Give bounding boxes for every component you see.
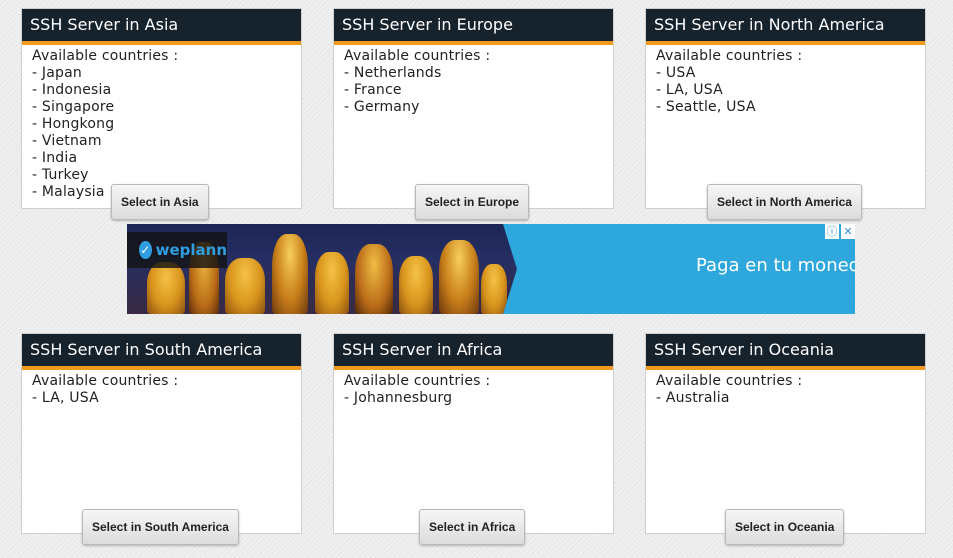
select-south-america-button[interactable]: Select in South America xyxy=(82,509,239,545)
select-europe-button[interactable]: Select in Europe xyxy=(415,184,530,220)
region-card-north-america: SSH Server in North America Available co… xyxy=(645,8,926,220)
country-list: - Japan - Indonesia - Singapore - Hongko… xyxy=(32,65,301,201)
available-label: Available countries : xyxy=(344,48,491,64)
available-label: Available countries : xyxy=(32,48,179,64)
ad-controls: ⓘ ✕ xyxy=(825,224,855,239)
list-item: - LA, USA xyxy=(32,390,99,406)
list-item: - Singapore xyxy=(32,99,115,115)
list-item: - Hongkong xyxy=(32,116,115,132)
available-label: Available countries : xyxy=(32,373,179,389)
region-card-asia: SSH Server in Asia Available countries :… xyxy=(21,8,302,220)
region-card-europe: SSH Server in Europe Available countries… xyxy=(333,8,614,220)
list-item: - India xyxy=(32,150,78,166)
card-body: Available countries : - LA, USA xyxy=(22,370,301,407)
card-title: SSH Server in Europe xyxy=(334,9,613,45)
card-title: SSH Server in South America xyxy=(22,334,301,370)
select-africa-button[interactable]: Select in Africa xyxy=(419,509,526,545)
ad-logo-text: weplann xyxy=(155,241,227,259)
select-oceania-button[interactable]: Select in Oceania xyxy=(725,509,845,545)
list-item: - Johannesburg xyxy=(344,390,453,406)
list-item: - Seattle, USA xyxy=(656,99,756,115)
card-title: SSH Server in Oceania xyxy=(646,334,925,370)
list-item: - Vietnam xyxy=(32,133,102,149)
card-title: SSH Server in Africa xyxy=(334,334,613,370)
info-icon[interactable]: ⓘ xyxy=(825,224,839,239)
card-body: Available countries : - USA - LA, USA - … xyxy=(646,45,925,116)
country-list: - Netherlands - France - Germany xyxy=(344,65,613,116)
list-item: - USA xyxy=(656,65,696,81)
card-body: Available countries : - Australia xyxy=(646,370,925,407)
list-item: - Turkey xyxy=(32,167,89,183)
list-item: - Japan xyxy=(32,65,82,81)
list-item: - Germany xyxy=(344,99,420,115)
card-title: SSH Server in North America xyxy=(646,9,925,45)
card-body: Available countries : - Japan - Indonesi… xyxy=(22,45,301,201)
ad-headline: Paga en tu moned xyxy=(696,255,855,276)
available-label: Available countries : xyxy=(344,373,491,389)
close-icon[interactable]: ✕ xyxy=(841,224,855,239)
region-card-oceania: SSH Server in Oceania Available countrie… xyxy=(645,333,926,545)
ad-logo: ✓ weplann xyxy=(127,232,227,268)
select-north-america-button[interactable]: Select in North America xyxy=(707,184,862,220)
list-item: - Indonesia xyxy=(32,82,112,98)
list-item: - LA, USA xyxy=(656,82,723,98)
available-label: Available countries : xyxy=(656,373,803,389)
card-title: SSH Server in Asia xyxy=(22,9,301,45)
country-list: - USA - LA, USA - Seattle, USA xyxy=(656,65,925,116)
region-card-africa: SSH Server in Africa Available countries… xyxy=(333,333,614,545)
available-label: Available countries : xyxy=(656,48,803,64)
region-card-south-america: SSH Server in South America Available co… xyxy=(21,333,302,545)
card-body: Available countries : - Netherlands - Fr… xyxy=(334,45,613,116)
check-icon: ✓ xyxy=(139,241,152,259)
country-list: - LA, USA xyxy=(32,390,301,407)
country-list: - Australia xyxy=(656,390,925,407)
card-body: Available countries : - Johannesburg xyxy=(334,370,613,407)
list-item: - Australia xyxy=(656,390,730,406)
select-asia-button[interactable]: Select in Asia xyxy=(111,184,209,220)
ad-banner[interactable]: ✓ weplann Paga en tu moned ⓘ ✕ xyxy=(127,224,855,314)
list-item: - France xyxy=(344,82,402,98)
country-list: - Johannesburg xyxy=(344,390,613,407)
list-item: - Netherlands xyxy=(344,65,442,81)
